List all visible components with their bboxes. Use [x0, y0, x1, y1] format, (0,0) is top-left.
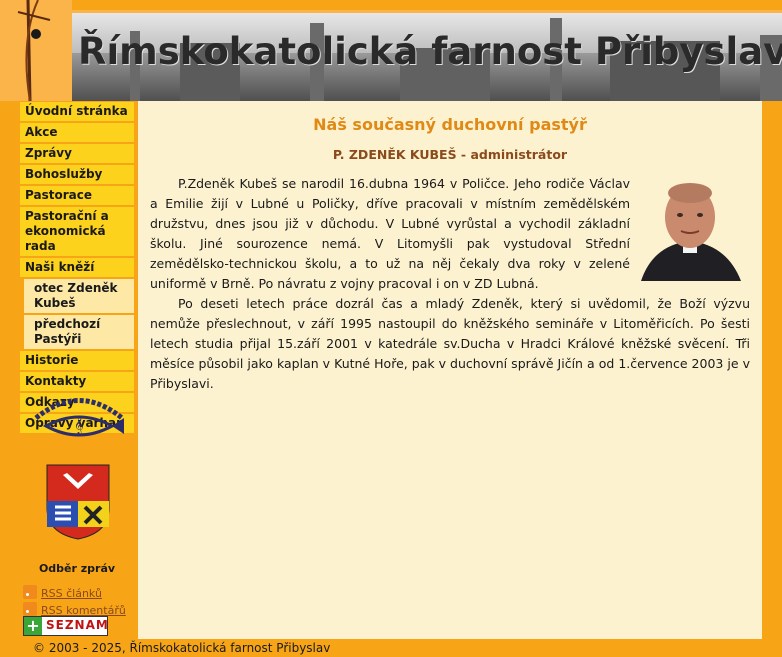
- rss-icon: [23, 602, 37, 616]
- content-right-border: [762, 101, 782, 639]
- sidebar-item-council[interactable]: Pastorační a ekonomická rada: [20, 207, 134, 256]
- header-top-strip: [0, 0, 782, 10]
- violin-decoration-icon: [0, 0, 72, 101]
- rss-articles-link[interactable]: RSS článků: [41, 587, 102, 600]
- svg-text:𝄞: 𝄞: [74, 415, 83, 435]
- seznam-add-button[interactable]: + SEZNAM: [23, 616, 108, 636]
- site-header: Římskokatolická farnost Přibyslav: [0, 0, 782, 101]
- page-title: Náš současný duchovní pastýř: [313, 115, 587, 134]
- town-crest: [46, 464, 110, 540]
- sidebar-item-events[interactable]: Akce: [20, 123, 134, 142]
- nocturno-logo[interactable]: 𝄞: [26, 388, 132, 448]
- plus-icon: +: [24, 617, 42, 635]
- sidebar-nav: Úvodní stránka Akce Zprávy Bohoslužby Pa…: [18, 101, 136, 435]
- main-content: Náš současný duchovní pastýř P. ZDENĚK K…: [138, 101, 762, 639]
- sidebar-item-news[interactable]: Zprávy: [20, 144, 134, 163]
- rss-comments-row: RSS komentářů: [23, 602, 126, 617]
- rss-articles-row: RSS článků: [23, 585, 102, 600]
- biography-paragraph-2: Po deseti letech práce dozrál čas a mlad…: [150, 296, 750, 391]
- sidebar-item-pastoral[interactable]: Pastorace: [20, 186, 134, 205]
- sidebar-item-services[interactable]: Bohoslužby: [20, 165, 134, 184]
- footer-copyright: © 2003 - 2025, Římskokatolická farnost P…: [33, 641, 331, 655]
- seznam-label: SEZNAM: [46, 618, 109, 632]
- sidebar-subitem-previous-priests[interactable]: předchozí Pastýři: [24, 315, 134, 349]
- priest-name-heading: P. ZDENĚK KUBEŠ - administrátor: [332, 147, 568, 162]
- news-subscription-title: Odběr zpráv: [38, 562, 116, 575]
- rss-icon: [23, 585, 37, 599]
- sidebar-item-history[interactable]: Historie: [20, 351, 134, 370]
- biography-paragraph-1: P.Zdeněk Kubeš se narodil 16.dubna 1964 …: [150, 176, 630, 291]
- site-title: Římskokatolická farnost Přibyslav: [78, 30, 782, 73]
- sidebar-item-home[interactable]: Úvodní stránka: [20, 102, 134, 121]
- sidebar-item-our-priests[interactable]: Naši kněží: [20, 258, 134, 277]
- sidebar-subitem-current-priest[interactable]: otec Zdeněk Kubeš: [24, 279, 134, 313]
- portrait-photo: [633, 175, 747, 281]
